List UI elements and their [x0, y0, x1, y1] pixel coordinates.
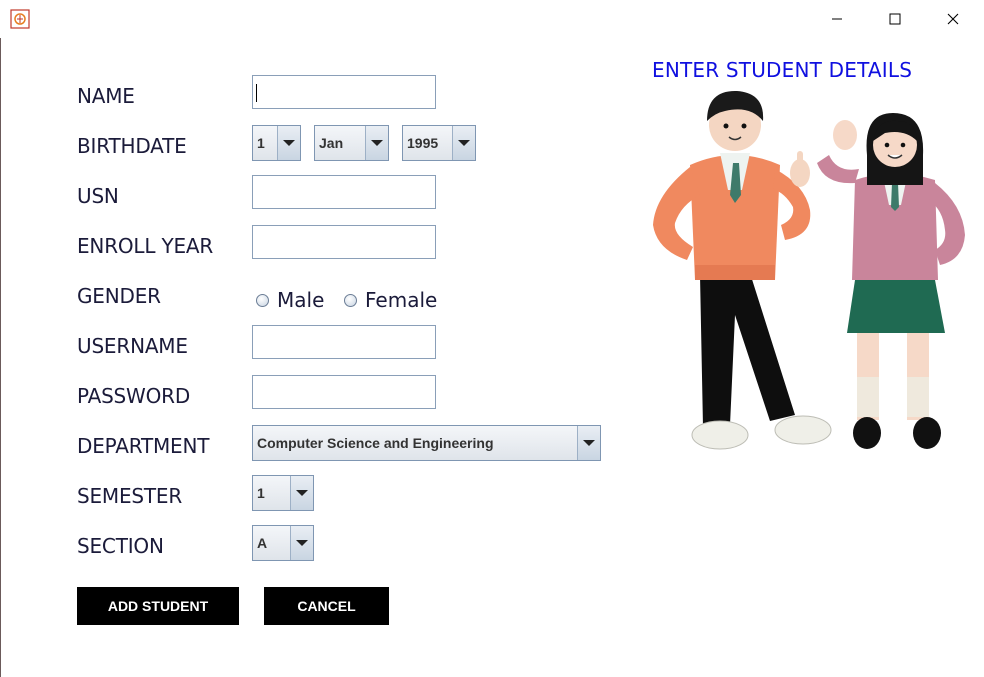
username-input[interactable] [252, 325, 436, 359]
cancel-button[interactable]: CANCEL [264, 587, 389, 625]
minimize-icon [832, 18, 842, 20]
department-select[interactable]: Computer Science and Engineering [252, 425, 601, 461]
semester-value: 1 [257, 485, 265, 501]
usn-label: USN [77, 184, 119, 208]
boy-figure [653, 90, 832, 450]
section-value: A [257, 535, 268, 551]
name-label: NAME [77, 84, 135, 108]
birth-month-value: Jan [319, 135, 344, 151]
birth-day-value: 1 [257, 135, 265, 151]
maximize-icon [889, 13, 901, 25]
chevron-down-icon[interactable] [452, 126, 475, 160]
gender-male-radio[interactable]: Male [256, 288, 324, 312]
gender-label: GENDER [77, 284, 161, 308]
text-caret [256, 84, 257, 102]
page-title: ENTER STUDENT DETAILS [652, 58, 913, 82]
window-border [0, 0, 1, 677]
semester-label: SEMESTER [77, 484, 183, 508]
chevron-down-icon[interactable] [577, 426, 600, 460]
birth-day-select[interactable]: 1 [252, 125, 301, 161]
gender-male-label: Male [277, 288, 325, 312]
maximize-button[interactable] [872, 0, 918, 38]
gender-female-radio[interactable]: Female [344, 288, 437, 312]
close-button[interactable] [930, 0, 976, 38]
password-input[interactable] [252, 375, 436, 409]
department-value: Computer Science and Engineering [257, 435, 494, 451]
semester-select[interactable]: 1 [252, 475, 314, 511]
chevron-down-icon[interactable] [365, 126, 388, 160]
birthdate-label: BIRTHDATE [77, 134, 187, 158]
gender-female-label: Female [365, 288, 438, 312]
password-label: PASSWORD [77, 384, 191, 408]
name-input[interactable] [252, 75, 436, 109]
birth-year-value: 1995 [407, 135, 439, 151]
birth-month-select[interactable]: Jan [314, 125, 389, 161]
enroll-year-input[interactable] [252, 225, 436, 259]
username-label: USERNAME [77, 334, 188, 358]
girl-figure [817, 113, 965, 449]
section-select[interactable]: A [252, 525, 314, 561]
birth-year-select[interactable]: 1995 [402, 125, 476, 161]
enroll-year-label: ENROLL YEAR [77, 234, 214, 258]
department-label: DEPARTMENT [77, 434, 210, 458]
add-student-button[interactable]: ADD STUDENT [77, 587, 239, 625]
app-icon [10, 9, 30, 29]
usn-input[interactable] [252, 175, 436, 209]
title-bar [0, 0, 984, 38]
section-label: SECTION [77, 534, 164, 558]
radio-circle[interactable] [344, 293, 357, 307]
chevron-down-icon[interactable] [277, 126, 300, 160]
radio-circle[interactable] [256, 293, 269, 307]
chevron-down-icon[interactable] [290, 526, 313, 560]
chevron-down-icon[interactable] [290, 476, 313, 510]
minimize-button[interactable] [814, 0, 860, 38]
students-illustration [653, 90, 965, 450]
close-icon [947, 13, 959, 25]
